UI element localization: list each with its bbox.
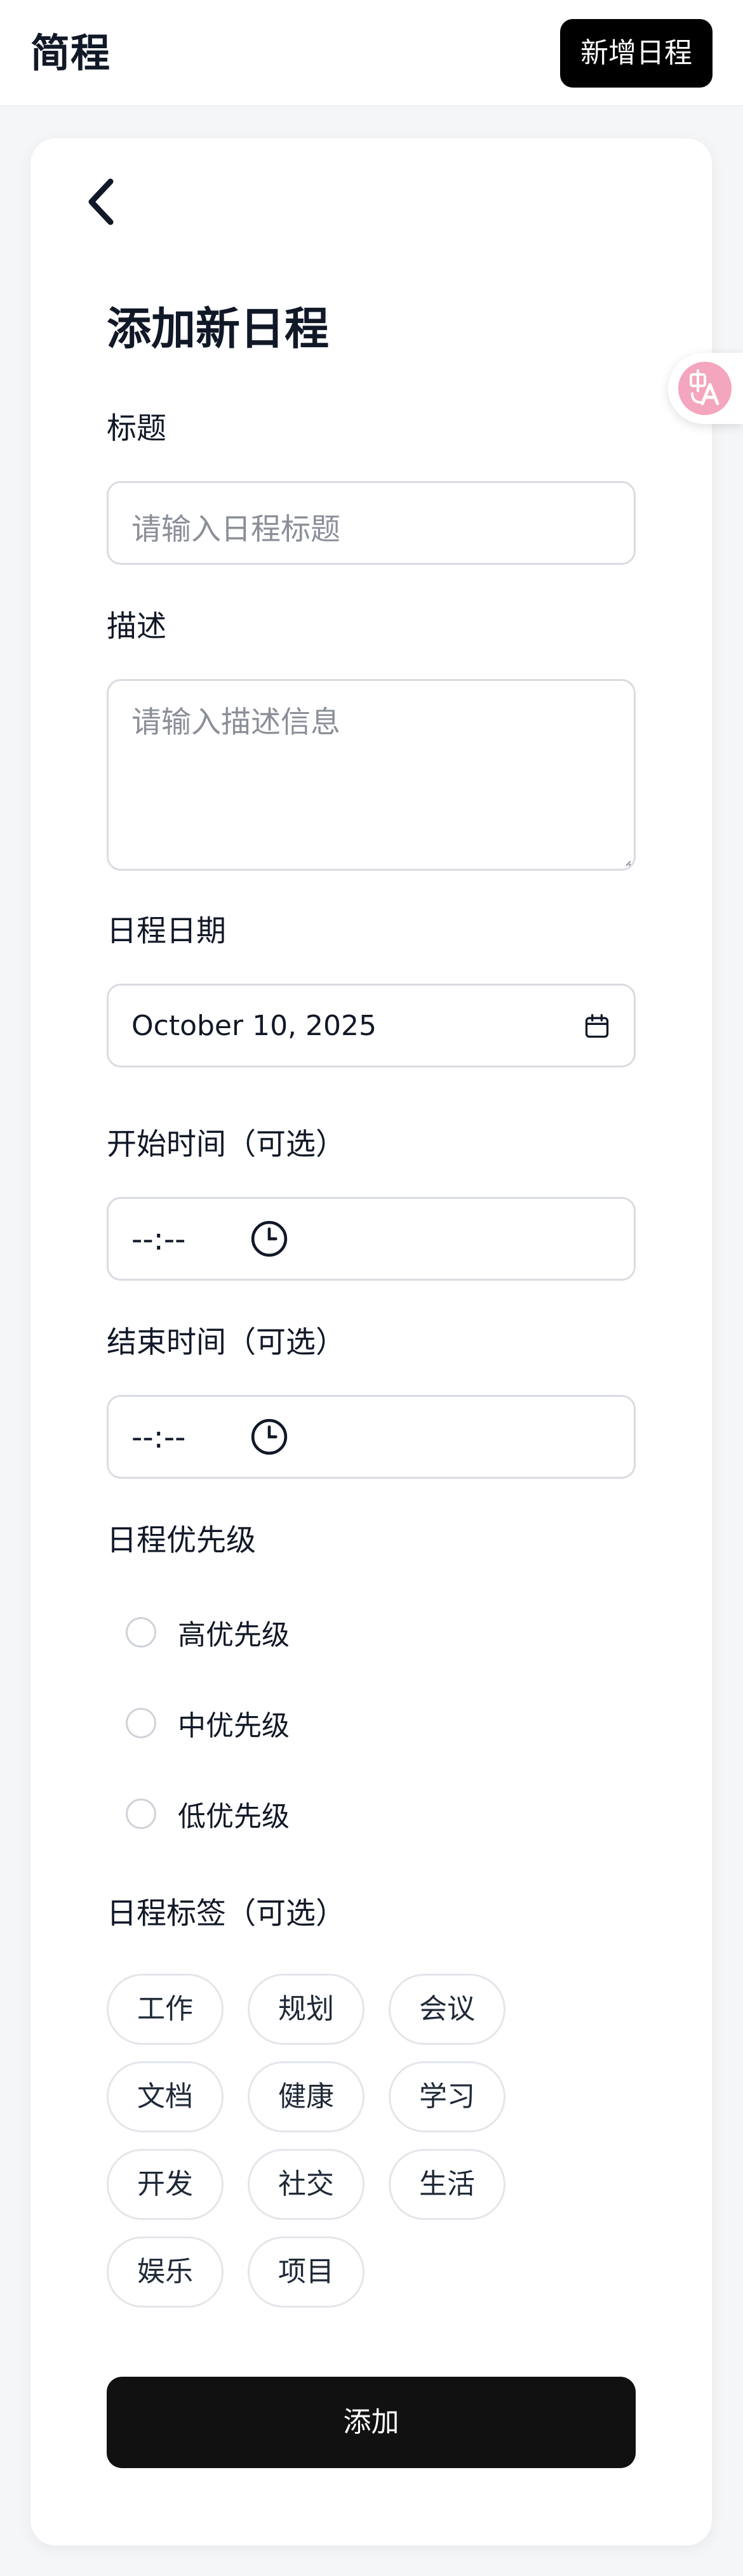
back-button[interactable] (76, 176, 127, 227)
priority-option-low[interactable]: 低优先级 (126, 1793, 290, 1834)
translate-widget[interactable] (668, 353, 743, 424)
description-textarea[interactable]: 请输入描述信息 (107, 679, 636, 871)
tag-chip[interactable]: 健康 (248, 2061, 365, 2132)
description-placeholder: 请输入描述信息 (131, 705, 340, 740)
submit-button[interactable]: 添加 (107, 2377, 636, 2468)
date-value: October 10, 2025 (131, 1010, 377, 1042)
priority-option-high[interactable]: 高优先级 (126, 1612, 290, 1653)
title-placeholder: 请输入日程标题 (131, 512, 340, 547)
priority-label: 日程优先级 (107, 1523, 256, 1558)
translate-icon[interactable] (678, 362, 732, 415)
title-label: 标题 (107, 411, 166, 446)
add-schedule-card: 添加新日程 标题 请输入日程标题 描述 请输入描述信息 日程日期 October… (30, 138, 712, 2546)
date-label: 日程日期 (107, 914, 226, 949)
date-input[interactable]: October 10, 2025 (107, 984, 636, 1067)
tag-chip[interactable]: 工作 (107, 1974, 224, 2045)
end-time-input[interactable]: --:-- (107, 1395, 636, 1479)
end-time-value: --:-- (131, 1420, 186, 1455)
tag-chip[interactable]: 生活 (389, 2149, 505, 2220)
priority-option-medium[interactable]: 中优先级 (126, 1703, 290, 1743)
tag-chip[interactable]: 开发 (107, 2149, 224, 2220)
calendar-icon[interactable] (583, 1012, 611, 1040)
priority-option-label: 中优先级 (178, 1710, 290, 1742)
clock-icon[interactable] (250, 1219, 289, 1258)
start-time-label: 开始时间（可选） (107, 1127, 345, 1162)
start-time-value: --:-- (131, 1222, 186, 1257)
priority-option-label: 低优先级 (178, 1800, 290, 1833)
tag-chip[interactable]: 文档 (107, 2061, 224, 2132)
tag-chip[interactable]: 规划 (248, 1974, 365, 2045)
radio-button[interactable] (126, 1708, 156, 1738)
tag-chip[interactable]: 项目 (248, 2236, 365, 2308)
radio-button[interactable] (126, 1617, 156, 1648)
description-label: 描述 (107, 609, 166, 644)
radio-button[interactable] (126, 1799, 156, 1829)
app-title: 简程 (30, 30, 111, 76)
tag-chip[interactable]: 娱乐 (107, 2236, 224, 2308)
title-input[interactable]: 请输入日程标题 (107, 481, 636, 565)
priority-option-label: 高优先级 (178, 1619, 290, 1651)
tag-chip[interactable]: 会议 (389, 1974, 505, 2045)
chevron-left-icon (88, 178, 114, 225)
clock-icon[interactable] (250, 1417, 289, 1456)
resize-handle-icon[interactable] (625, 860, 631, 866)
tag-chip[interactable]: 社交 (248, 2149, 365, 2220)
tags-label: 日程标签（可选） (107, 1896, 345, 1931)
new-schedule-button[interactable]: 新增日程 (560, 19, 713, 88)
app-header: 简程 新增日程 (0, 0, 743, 107)
form-title: 添加新日程 (107, 303, 329, 355)
start-time-input[interactable]: --:-- (107, 1197, 636, 1281)
end-time-label: 结束时间（可选） (107, 1325, 345, 1360)
tag-chip[interactable]: 学习 (389, 2061, 505, 2132)
